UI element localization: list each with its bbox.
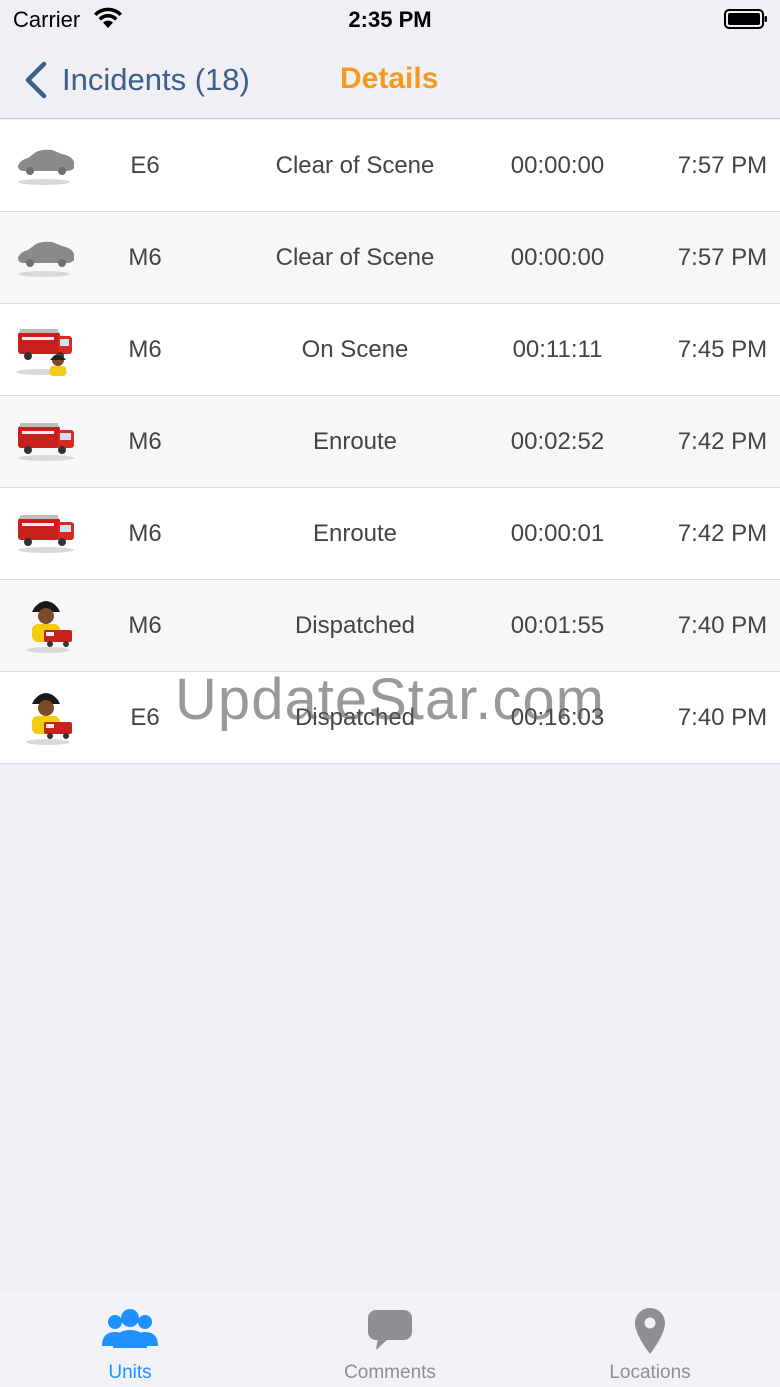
users-icon bbox=[102, 1309, 158, 1348]
battery-icon bbox=[724, 9, 767, 29]
status-bar: Carrier 2:35 PM bbox=[0, 0, 780, 40]
unit-cell: M6 bbox=[128, 336, 162, 363]
table-row[interactable]: E6 Clear of Scene 00:00:00 7:57 PM bbox=[0, 120, 780, 212]
tab-units-label: Units bbox=[108, 1362, 152, 1383]
elapsed-cell: 00:11:11 bbox=[512, 336, 603, 363]
map-pin-icon bbox=[635, 1308, 665, 1354]
unit-history-table: E6 Clear of Scene 00:00:00 7:57 PM M6 Cl… bbox=[0, 120, 780, 764]
status-cell: Clear of Scene bbox=[275, 244, 435, 271]
time-cell: 7:42 PM bbox=[677, 520, 768, 547]
table-row[interactable]: M6 Enroute 00:00:01 7:42 PM bbox=[0, 488, 780, 580]
unit-cell: M6 bbox=[128, 520, 162, 547]
car-icon bbox=[18, 241, 74, 277]
time-cell: 7:40 PM bbox=[677, 704, 768, 731]
elapsed-cell: 00:00:00 bbox=[510, 152, 605, 179]
status-cell: On Scene bbox=[301, 336, 409, 363]
time-cell: 7:57 PM bbox=[677, 244, 768, 271]
table-row[interactable]: E6 Dispatched 00:16:03 7:40 PM bbox=[0, 672, 780, 764]
navigation-bar: Incidents (18) Details bbox=[0, 40, 780, 119]
table-row[interactable]: M6 Clear of Scene 00:00:00 7:57 PM bbox=[0, 212, 780, 304]
unit-cell: E6 bbox=[130, 152, 160, 179]
table-row[interactable]: M6 On Scene 00:11:11 7:45 PM bbox=[0, 304, 780, 396]
tab-comments[interactable]: Comments bbox=[260, 1292, 520, 1387]
car-icon bbox=[18, 149, 74, 185]
time-cell: 7:57 PM bbox=[677, 152, 768, 179]
tab-locations-label: Locations bbox=[609, 1362, 691, 1383]
time-cell: 7:40 PM bbox=[677, 612, 768, 639]
time-cell: 7:42 PM bbox=[677, 428, 768, 455]
tab-locations[interactable]: Locations bbox=[520, 1292, 780, 1387]
status-cell: Dispatched bbox=[294, 612, 416, 639]
page-title: Details bbox=[340, 62, 439, 95]
unit-cell: M6 bbox=[128, 428, 162, 455]
status-cell: Enroute bbox=[312, 520, 398, 547]
table-row[interactable]: M6 Dispatched 00:01:55 7:40 PM bbox=[0, 580, 780, 672]
firefighter-icon bbox=[26, 601, 72, 653]
fire-truck-firefighter-icon bbox=[16, 329, 72, 376]
chevron-left-icon bbox=[25, 61, 47, 99]
table-row[interactable]: M6 Enroute 00:02:52 7:42 PM bbox=[0, 396, 780, 488]
firefighter-icon bbox=[26, 693, 72, 745]
unit-cell: M6 bbox=[128, 244, 162, 271]
tab-comments-label: Comments bbox=[344, 1362, 436, 1383]
unit-cell: E6 bbox=[130, 704, 160, 731]
back-button-label: Incidents (18) bbox=[62, 62, 250, 97]
tab-bar: Units Comments Locations bbox=[0, 1292, 780, 1387]
elapsed-cell: 00:01:55 bbox=[510, 612, 605, 639]
status-cell: Clear of Scene bbox=[275, 152, 435, 179]
status-cell: Enroute bbox=[312, 428, 398, 455]
screen: Carrier 2:35 PM Incidents (18) Details E… bbox=[0, 0, 780, 1387]
unit-cell: M6 bbox=[128, 612, 162, 639]
time-cell: 7:45 PM bbox=[677, 336, 768, 363]
status-time: 2:35 PM bbox=[348, 7, 432, 32]
status-cell: Dispatched bbox=[294, 704, 416, 731]
elapsed-cell: 00:02:52 bbox=[510, 428, 605, 455]
comment-bubble-icon bbox=[368, 1310, 412, 1350]
elapsed-cell: 00:00:00 bbox=[510, 244, 605, 271]
fire-truck-icon bbox=[18, 423, 74, 461]
elapsed-cell: 00:16:03 bbox=[510, 704, 605, 731]
tab-units[interactable]: Units bbox=[0, 1292, 260, 1387]
fire-truck-icon bbox=[18, 515, 74, 553]
back-button[interactable]: Incidents (18) bbox=[22, 58, 250, 102]
elapsed-cell: 00:00:01 bbox=[510, 520, 605, 547]
